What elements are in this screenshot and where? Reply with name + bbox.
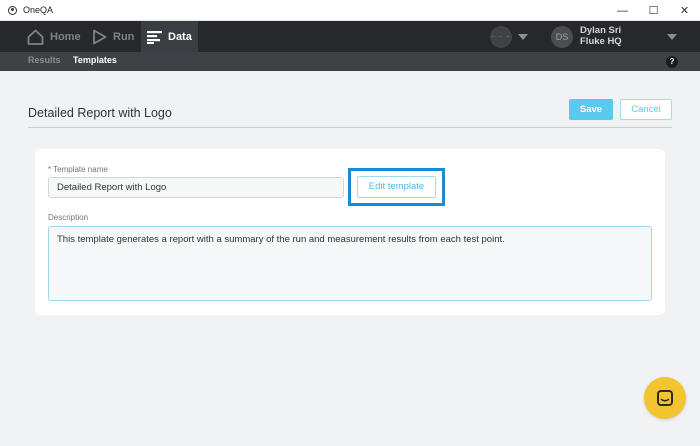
page-title: Detailed Report with Logo	[28, 106, 172, 120]
window-controls: — ☐ ✕	[607, 0, 700, 21]
status-badge[interactable]: - - -	[490, 26, 512, 48]
nav-home[interactable]: Home	[27, 21, 81, 52]
template-name-label-text: Template name	[53, 165, 108, 174]
sub-nav: Results Templates ?	[0, 52, 700, 71]
tab-results[interactable]: Results	[28, 55, 61, 65]
chat-button[interactable]	[644, 377, 686, 419]
tab-templates[interactable]: Templates	[73, 55, 117, 65]
close-button[interactable]: ✕	[669, 0, 700, 21]
description-textarea[interactable]: This template generates a report with a …	[48, 226, 652, 301]
nav-run[interactable]: Run	[92, 21, 134, 52]
description-label: Description	[48, 213, 89, 222]
divider	[28, 127, 672, 128]
maximize-button[interactable]: ☐	[638, 0, 669, 21]
user-name: Dylan Sri	[580, 25, 622, 36]
nav-home-label: Home	[50, 30, 81, 43]
avatar[interactable]: DS	[551, 26, 573, 48]
nav-data-label: Data	[168, 30, 192, 43]
nav-run-label: Run	[113, 30, 135, 43]
required-marker: *	[48, 165, 52, 174]
window-titlebar: OneQA — ☐ ✕	[0, 0, 700, 21]
chevron-down-icon[interactable]	[667, 34, 677, 40]
minimize-button[interactable]: —	[607, 0, 638, 21]
home-icon	[27, 29, 44, 45]
user-info[interactable]: Dylan Sri Fluke HQ	[580, 25, 622, 47]
top-nav: Home Run Data - - - DS Dylan Sri Fluke H…	[0, 21, 700, 52]
template-name-label: * Template name	[48, 165, 108, 174]
template-name-input[interactable]: Detailed Report with Logo	[48, 177, 344, 198]
help-icon[interactable]: ?	[666, 56, 678, 68]
org-name: Fluke HQ	[580, 36, 622, 47]
run-icon	[93, 29, 107, 44]
cancel-button[interactable]: Cancel	[620, 99, 672, 120]
save-button[interactable]: Save	[569, 99, 613, 120]
chevron-down-icon[interactable]	[518, 34, 528, 40]
data-icon	[147, 30, 162, 44]
edit-template-button[interactable]: Edit template	[357, 176, 436, 198]
window-title: OneQA	[23, 5, 54, 15]
app-icon	[8, 5, 17, 15]
nav-data[interactable]: Data	[141, 21, 198, 52]
chat-icon	[657, 390, 673, 406]
